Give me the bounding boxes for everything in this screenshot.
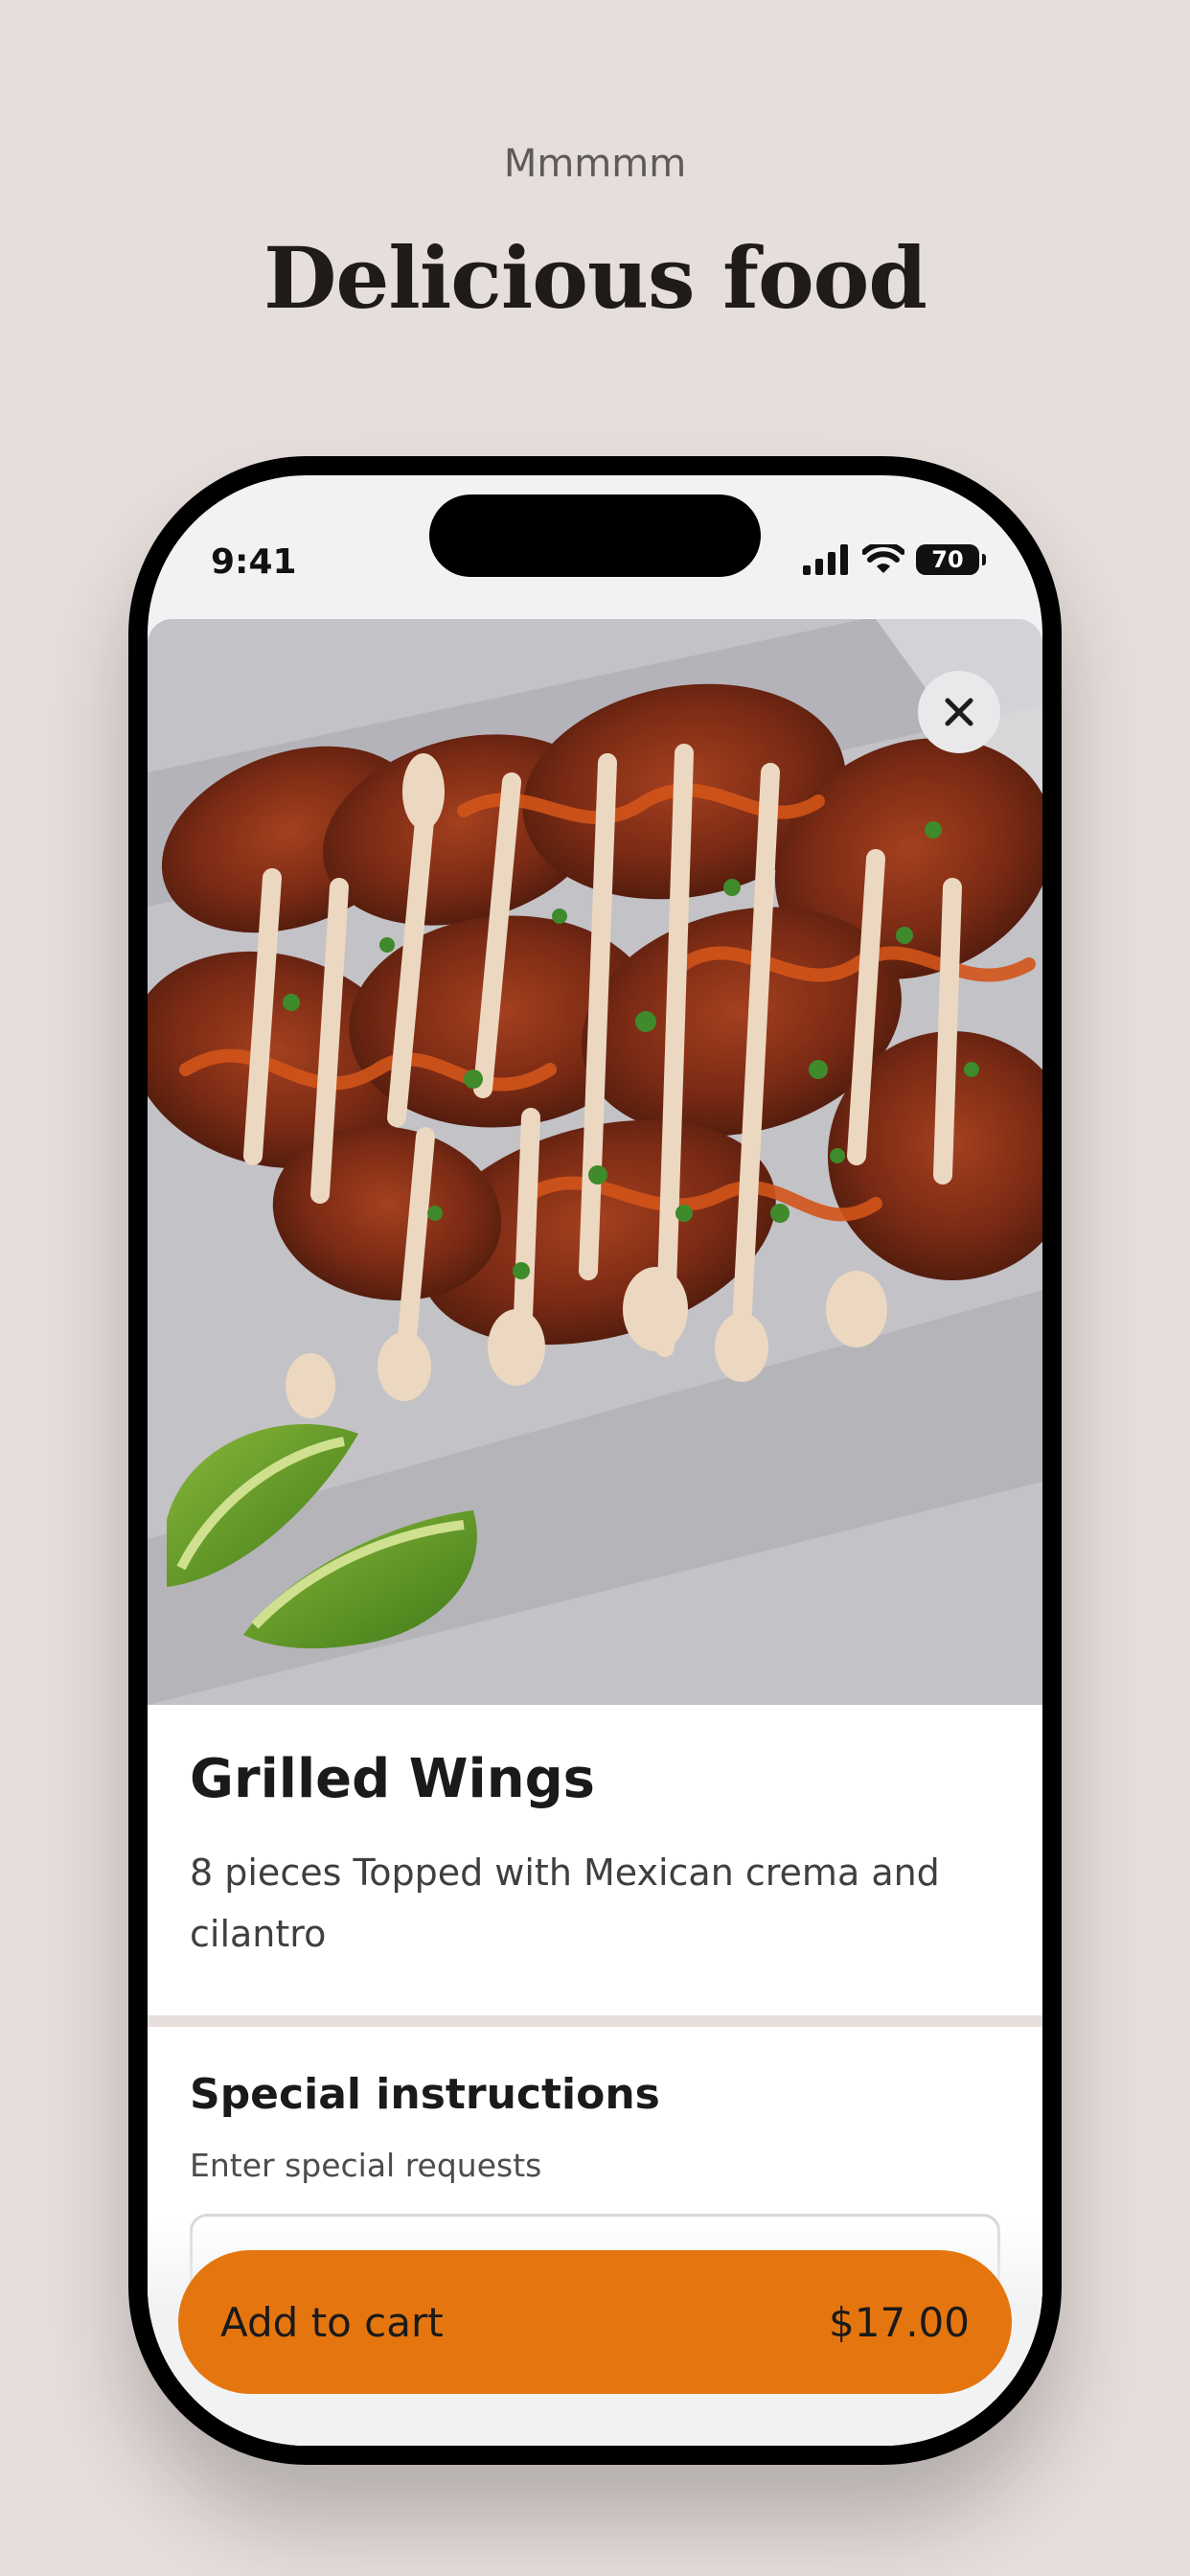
wifi-icon — [862, 544, 904, 573]
add-to-cart-label: Add to cart — [220, 2298, 444, 2346]
section-divider — [148, 2015, 1042, 2027]
close-button[interactable] — [918, 671, 1000, 753]
phone-screen: 9:41 70 Grilled Wings 8 pieces Topped wi… — [148, 475, 1042, 2446]
item-name: Grilled Wings — [190, 1748, 595, 1810]
promo-subtitle: Mmmmm — [503, 142, 687, 186]
add-to-cart-button[interactable]: Add to cart $17.00 — [178, 2250, 1012, 2394]
battery-icon: 70 — [916, 544, 986, 575]
item-description: 8 pieces Topped with Mexican crema and c… — [190, 1852, 940, 1955]
status-icons: 70 — [803, 531, 986, 588]
dynamic-island — [429, 494, 761, 577]
item-sheet: Grilled Wings 8 pieces Topped with Mexic… — [148, 619, 1042, 2446]
status-time: 9:41 — [211, 542, 297, 582]
food-photo-illustration — [148, 619, 1042, 1705]
signal-icon — [803, 544, 848, 575]
special-instructions-hint: Enter special requests — [190, 2147, 542, 2184]
add-to-cart-price: $17.00 — [829, 2298, 970, 2346]
promo-headline: Delicious food — [263, 228, 927, 328]
close-icon — [945, 698, 973, 726]
special-instructions-title: Special instructions — [190, 2070, 660, 2119]
food-photo — [148, 619, 1042, 1705]
phone-frame: 9:41 70 Grilled Wings 8 pieces Topped wi… — [128, 456, 1062, 2465]
